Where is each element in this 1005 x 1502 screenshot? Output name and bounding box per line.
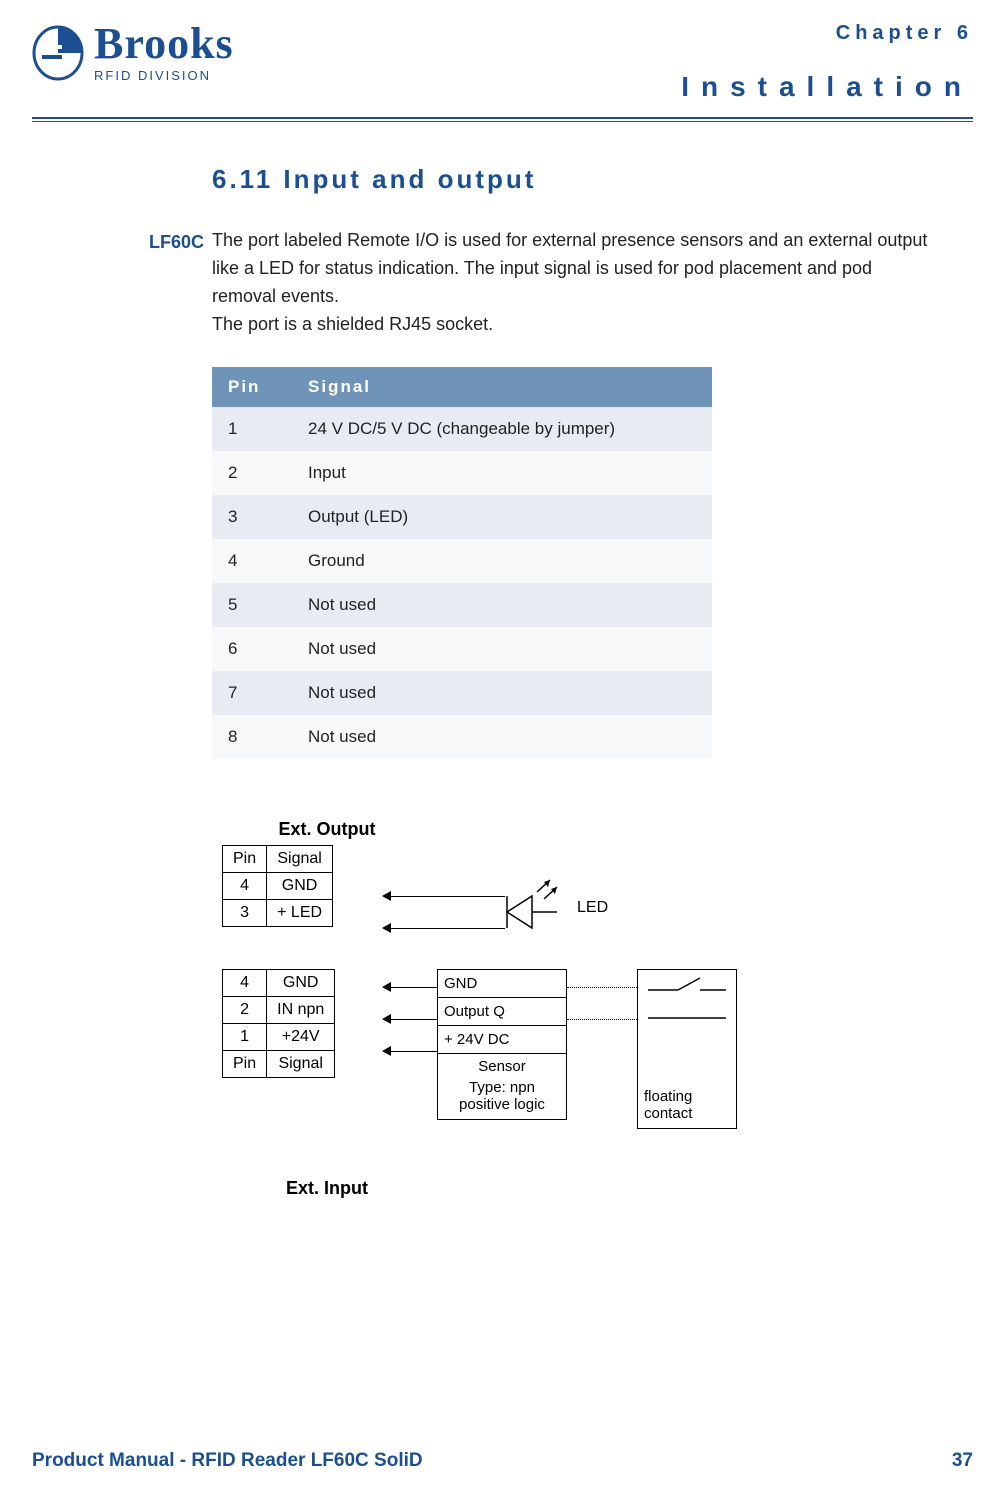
cell-signal: 24 V DC/5 V DC (changeable by jumper): [292, 407, 712, 451]
section-heading: 6.11 Input and output: [212, 164, 933, 195]
th-pin: Pin: [223, 845, 267, 872]
table-row: 3Output (LED): [212, 495, 712, 539]
ext-input-table: 4GND 2IN npn 1+24V PinSignal: [222, 969, 335, 1078]
brand-name: Brooks: [94, 22, 234, 66]
page-header: Brooks RFID DIVISION Chapter 6 Installat…: [32, 22, 973, 103]
wire-line: [390, 987, 438, 988]
paragraph-2: The port is a shielded RJ45 socket.: [212, 311, 933, 339]
footer-page-number: 37: [952, 1450, 973, 1472]
floating-contact-label: floating contact: [638, 1082, 736, 1128]
wire-line: [390, 896, 505, 897]
th-pin: Pin: [223, 1050, 267, 1077]
page-content: 6.11 Input and output LF60C The port lab…: [32, 164, 973, 1199]
sensor-box: GND Output Q + 24V DC Sensor Type: npn p…: [437, 969, 567, 1120]
th-signal: Signal: [267, 1050, 335, 1077]
cell-signal: GND: [267, 872, 333, 899]
table-row: 8Not used: [212, 715, 712, 759]
cell-pin: 2: [212, 451, 292, 495]
margin-label-lf60c: LF60C: [124, 232, 204, 253]
ext-output-title: Ext. Output: [252, 819, 402, 840]
wire-line: [390, 1051, 438, 1052]
th-signal: Signal: [292, 367, 712, 407]
cell-pin: 3: [223, 899, 267, 926]
cell-pin: 8: [212, 715, 292, 759]
cell-pin: 4: [223, 872, 267, 899]
cell-signal: + LED: [267, 899, 333, 926]
th-signal: Signal: [267, 845, 333, 872]
header-rule-thin: [32, 121, 973, 122]
sensor-type: Type: npn: [438, 1079, 566, 1096]
led-symbol-icon: [502, 874, 572, 944]
wiring-diagram: Ext. Output PinSignal 4GND 3+ LED 4GND 2…: [212, 819, 772, 1199]
cell-signal: IN npn: [267, 996, 335, 1023]
cell-signal: Output (LED): [292, 495, 712, 539]
wire-dotted: [567, 987, 637, 988]
th-pin: Pin: [212, 367, 292, 407]
cell-signal: Input: [292, 451, 712, 495]
brand-text: Brooks RFID DIVISION: [94, 22, 234, 83]
cell-signal: Ground: [292, 539, 712, 583]
contact-symbol-icon: [638, 970, 736, 1030]
chapter-title: Installation: [681, 71, 973, 103]
wire-line: [390, 1019, 438, 1020]
brand-division: RFID DIVISION: [94, 68, 234, 83]
sensor-outq: Output Q: [438, 998, 566, 1026]
cell-signal: Not used: [292, 671, 712, 715]
table-row: 6Not used: [212, 627, 712, 671]
sensor-title: Sensor: [438, 1054, 566, 1079]
table-row: 4Ground: [212, 539, 712, 583]
cell-pin: 1: [223, 1023, 267, 1050]
table-row: 124 V DC/5 V DC (changeable by jumper): [212, 407, 712, 451]
cell-signal: +24V: [267, 1023, 335, 1050]
table-header-row: Pin Signal: [212, 367, 712, 407]
wire-line: [390, 928, 505, 929]
wire-dotted: [567, 1019, 637, 1020]
cell-pin: 7: [212, 671, 292, 715]
led-label: LED: [577, 899, 608, 917]
cell-pin: 6: [212, 627, 292, 671]
cell-signal: Not used: [292, 583, 712, 627]
cell-signal: GND: [267, 969, 335, 996]
pin-signal-table: Pin Signal 124 V DC/5 V DC (changeable b…: [212, 367, 712, 759]
page-footer: Product Manual - RFID Reader LF60C SoliD…: [32, 1450, 973, 1472]
cell-pin: 3: [212, 495, 292, 539]
ext-input-title: Ext. Input: [252, 1178, 402, 1199]
cell-signal: Not used: [292, 715, 712, 759]
cell-pin: 1: [212, 407, 292, 451]
ext-output-table: PinSignal 4GND 3+ LED: [222, 845, 333, 927]
brand-logo: Brooks RFID DIVISION: [32, 22, 234, 83]
cell-pin: 2: [223, 996, 267, 1023]
table-row: 2Input: [212, 451, 712, 495]
floating-contact-box: floating contact: [637, 969, 737, 1129]
cell-pin: 4: [212, 539, 292, 583]
chapter-label: Chapter 6: [681, 22, 973, 45]
table-row: 5Not used: [212, 583, 712, 627]
table-row: 7Not used: [212, 671, 712, 715]
footer-manual-title: Product Manual - RFID Reader LF60C SoliD: [32, 1450, 423, 1472]
sensor-gnd: GND: [438, 970, 566, 998]
sensor-24v: + 24V DC: [438, 1026, 566, 1054]
paragraph-1: The port labeled Remote I/O is used for …: [212, 227, 933, 311]
cell-pin: 4: [223, 969, 267, 996]
brooks-logo-icon: [32, 25, 84, 81]
chapter-block: Chapter 6 Installation: [681, 22, 973, 103]
header-rule-thick: [32, 117, 973, 119]
cell-pin: 5: [212, 583, 292, 627]
cell-signal: Not used: [292, 627, 712, 671]
sensor-logic: positive logic: [438, 1096, 566, 1119]
